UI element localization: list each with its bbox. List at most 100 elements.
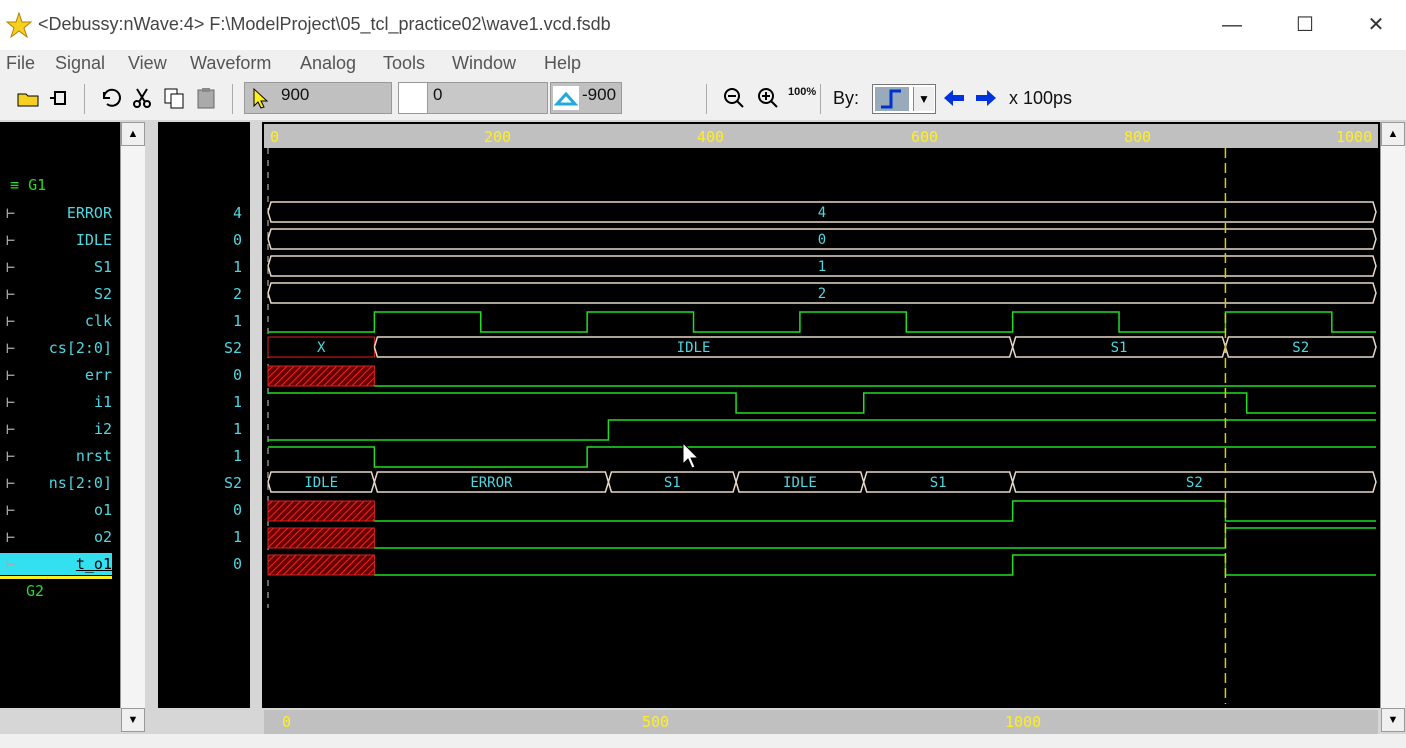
signal-name[interactable]: ERROR xyxy=(67,204,112,222)
signal-value: S2 xyxy=(223,339,242,357)
signal-name[interactable]: err xyxy=(85,366,112,384)
i1-waveform xyxy=(268,392,1376,414)
signal-value: 0 xyxy=(232,501,242,519)
marker-time-value: 0 xyxy=(433,85,443,104)
signal-name[interactable]: nrst xyxy=(76,447,112,465)
zoom-out-icon[interactable] xyxy=(722,86,746,110)
signal-name[interactable]: S1 xyxy=(94,258,112,276)
open-file-icon[interactable] xyxy=(16,86,40,110)
unknown-value-region xyxy=(267,554,375,576)
cs-bus-segment-label: S2 xyxy=(1292,340,1309,356)
menu-analog[interactable]: Analog xyxy=(300,53,356,74)
get-signals-icon[interactable] xyxy=(48,86,72,110)
signal-value: 1 xyxy=(232,258,242,276)
waveform-canvas[interactable]: 4 0 1 2 X IDLE S1 S2 IDLE ERROR S1 IDLE S1 S2 xyxy=(264,148,1378,708)
search-by-label: By: xyxy=(833,88,860,108)
signal-value: 4 xyxy=(232,204,242,222)
menu-help[interactable]: Help xyxy=(544,53,581,74)
group-separator xyxy=(0,576,112,579)
tree-branch-icon: ⊢ xyxy=(6,501,16,519)
unknown-value-region xyxy=(267,500,375,522)
signal-name[interactable]: S2 xyxy=(94,285,112,303)
menu-file[interactable]: File xyxy=(6,53,35,74)
mouse-pointer-icon xyxy=(682,442,700,469)
ns-bus-segment-label: IDLE xyxy=(304,475,338,491)
signal-name[interactable]: clk xyxy=(85,312,112,330)
chevron-down-icon[interactable]: ▼ xyxy=(913,87,934,111)
ruler-top-label: 600 xyxy=(911,128,939,146)
bus-constant-S1-label: 1 xyxy=(818,259,826,275)
menu-bar: File Signal View Waveform Analog Tools W… xyxy=(0,50,1406,78)
toolbar: 900 0 -900 100% By: ▼ x 100ps xyxy=(0,78,1406,120)
undo-icon[interactable] xyxy=(98,86,122,110)
signal-name[interactable]: i2 xyxy=(94,420,112,438)
ruler-bottom-label: 500 xyxy=(642,713,670,731)
ruler-bottom-label: 0 xyxy=(282,713,292,731)
menu-waveform[interactable]: Waveform xyxy=(190,53,271,74)
tree-branch-icon: ⊢ xyxy=(6,339,16,357)
waveform-pane-scrollbar[interactable]: ▲ ▼ xyxy=(1380,122,1405,732)
bus-constant-ERROR-label: 4 xyxy=(818,205,826,221)
signal-name[interactable]: o2 xyxy=(94,528,112,546)
paste-icon[interactable] xyxy=(194,86,218,110)
delta-time-value: -900 xyxy=(582,85,617,104)
time-ruler-top[interactable] xyxy=(264,124,1378,148)
debussy-logo-icon xyxy=(6,12,32,38)
ruler-top-label: 800 xyxy=(1124,128,1152,146)
cs-bus-label: X xyxy=(317,340,326,356)
search-forward-icon[interactable] xyxy=(974,86,998,110)
ruler-top-label: 1000 xyxy=(1336,128,1373,146)
ruler-bottom-label: 1000 xyxy=(1005,713,1042,731)
maximize-button[interactable]: ☐ xyxy=(1285,10,1325,40)
tree-branch-icon: ⊢ xyxy=(6,447,16,465)
signal-value: 2 xyxy=(232,285,242,303)
tree-branch-icon: ⊢ xyxy=(6,474,16,492)
ruler-top-label: 0 xyxy=(270,128,280,146)
cursor-time-field[interactable] xyxy=(244,82,392,114)
cut-icon[interactable] xyxy=(130,86,154,110)
menu-window[interactable]: Window xyxy=(452,53,516,74)
signal-value: 1 xyxy=(232,393,242,411)
signal-value: 1 xyxy=(232,447,242,465)
copy-icon[interactable] xyxy=(162,86,186,110)
signal-pane-scrollbar[interactable]: ▲ ▼ xyxy=(120,122,145,732)
menu-signal[interactable]: Signal xyxy=(55,53,105,74)
wave-scroll-up-arrow-icon[interactable]: ▲ xyxy=(1381,122,1405,146)
wave-scroll-down-arrow-icon[interactable]: ▼ xyxy=(1381,708,1405,732)
signal-value: 1 xyxy=(232,420,242,438)
menu-view[interactable]: View xyxy=(128,53,167,74)
time-ruler-bottom[interactable] xyxy=(264,710,1378,734)
search-by-select[interactable]: ▼ xyxy=(872,84,936,114)
delta-marker-icon xyxy=(553,86,579,110)
ns-bus-segment-label: S1 xyxy=(930,475,947,491)
signal-name[interactable]: cs[2:0] xyxy=(49,339,112,357)
ruler-top-label: 200 xyxy=(484,128,512,146)
menu-tools[interactable]: Tools xyxy=(383,53,425,74)
zoom-in-icon[interactable] xyxy=(756,86,780,110)
time-unit-label: x 100ps xyxy=(1009,88,1073,108)
signal-name[interactable]: o1 xyxy=(94,501,112,519)
tree-branch-icon: ⊢ xyxy=(6,231,16,249)
zoom-full-icon[interactable]: 100% xyxy=(788,86,816,110)
group-g2[interactable]: G2 xyxy=(26,582,44,600)
marker-time-field[interactable] xyxy=(398,82,548,114)
signal-value: 1 xyxy=(232,312,242,330)
close-button[interactable]: ✕ xyxy=(1356,10,1396,40)
cursor-arrow-icon xyxy=(253,87,269,109)
scroll-up-arrow-icon[interactable]: ▲ xyxy=(121,122,145,146)
signal-name[interactable]: t_o1 xyxy=(76,555,112,573)
search-backward-icon[interactable] xyxy=(942,86,966,110)
horizontal-scrollbar-row[interactable] xyxy=(0,734,1406,748)
signal-name[interactable]: IDLE xyxy=(76,231,112,249)
scroll-down-arrow-icon[interactable]: ▼ xyxy=(121,708,145,732)
group-g1[interactable]: ≡ G1 xyxy=(10,176,46,194)
cs-bus-segment-label: S1 xyxy=(1111,340,1128,356)
tree-branch-icon: ⊢ xyxy=(6,285,16,303)
minimize-button[interactable]: — xyxy=(1212,10,1252,40)
ns-bus-segment-label: S1 xyxy=(664,475,681,491)
tree-branch-icon: ⊢ xyxy=(6,204,16,222)
clk-waveform xyxy=(268,311,1376,333)
signal-name[interactable]: i1 xyxy=(94,393,112,411)
title-bar: <Debussy:nWave:4> F:\ModelProject\05_tcl… xyxy=(0,0,1406,50)
signal-name[interactable]: ns[2:0] xyxy=(49,474,112,492)
